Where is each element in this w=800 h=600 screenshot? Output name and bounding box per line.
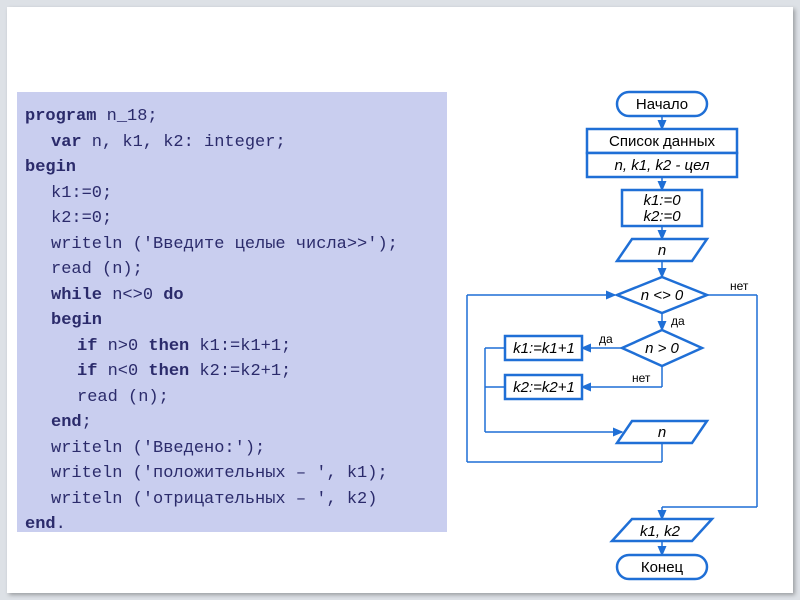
- line-11: if n<0 then k2:=k2+1;: [25, 359, 439, 385]
- cond-outer-label: n <> 0: [641, 287, 684, 304]
- read-n2-label: n: [658, 424, 666, 441]
- end-label: Конец: [641, 559, 684, 576]
- line-13: end;: [25, 410, 439, 436]
- line-4: k1:=0;: [25, 181, 439, 207]
- line-3: begin: [25, 158, 76, 177]
- data-vars-label: n, k1, k2 - цел: [615, 157, 710, 174]
- outer-yes-label: да: [671, 314, 685, 328]
- inner-no-label: нет: [632, 371, 651, 385]
- outer-no-label: нет: [730, 279, 749, 293]
- input-n-label: n: [658, 242, 666, 259]
- cond-inner-label: n > 0: [645, 340, 679, 357]
- assign-k1-label: k1:=k1+1: [513, 340, 575, 357]
- line-5: k2:=0;: [25, 206, 439, 232]
- line-2: var n, k1, k2: integer;: [25, 130, 439, 156]
- slide: program n_18; var n, k1, k2: integer; be…: [7, 7, 793, 593]
- line-12: read (n);: [25, 385, 439, 411]
- line-9: begin: [25, 308, 439, 334]
- init-k1-label: k1:=0: [643, 192, 681, 209]
- assign-k2-label: k2:=k2+1: [513, 379, 575, 396]
- start-label: Начало: [636, 96, 688, 113]
- flowchart: Начало Список данных n, k1, k2 - цел k1:…: [447, 87, 787, 592]
- line-14: writeln ('Введено:');: [25, 436, 439, 462]
- output-label: k1, k2: [640, 523, 681, 540]
- line-1: program n_18;: [25, 107, 158, 126]
- line-16: writeln ('отрицательных – ', k2): [25, 487, 439, 513]
- inner-yes-label: да: [599, 332, 613, 346]
- line-8: while n<>0 do: [25, 283, 439, 309]
- line-17: end.: [25, 515, 66, 534]
- line-7: read (n);: [25, 257, 439, 283]
- line-15: writeln ('положительных – ', k1);: [25, 461, 439, 487]
- init-k2-label: k2:=0: [643, 208, 681, 225]
- line-10: if n>0 then k1:=k1+1;: [25, 334, 439, 360]
- data-list-label: Список данных: [609, 133, 716, 150]
- code-block: program n_18; var n, k1, k2: integer; be…: [17, 92, 447, 532]
- line-6: writeln ('Введите целые числа>>');: [25, 232, 439, 258]
